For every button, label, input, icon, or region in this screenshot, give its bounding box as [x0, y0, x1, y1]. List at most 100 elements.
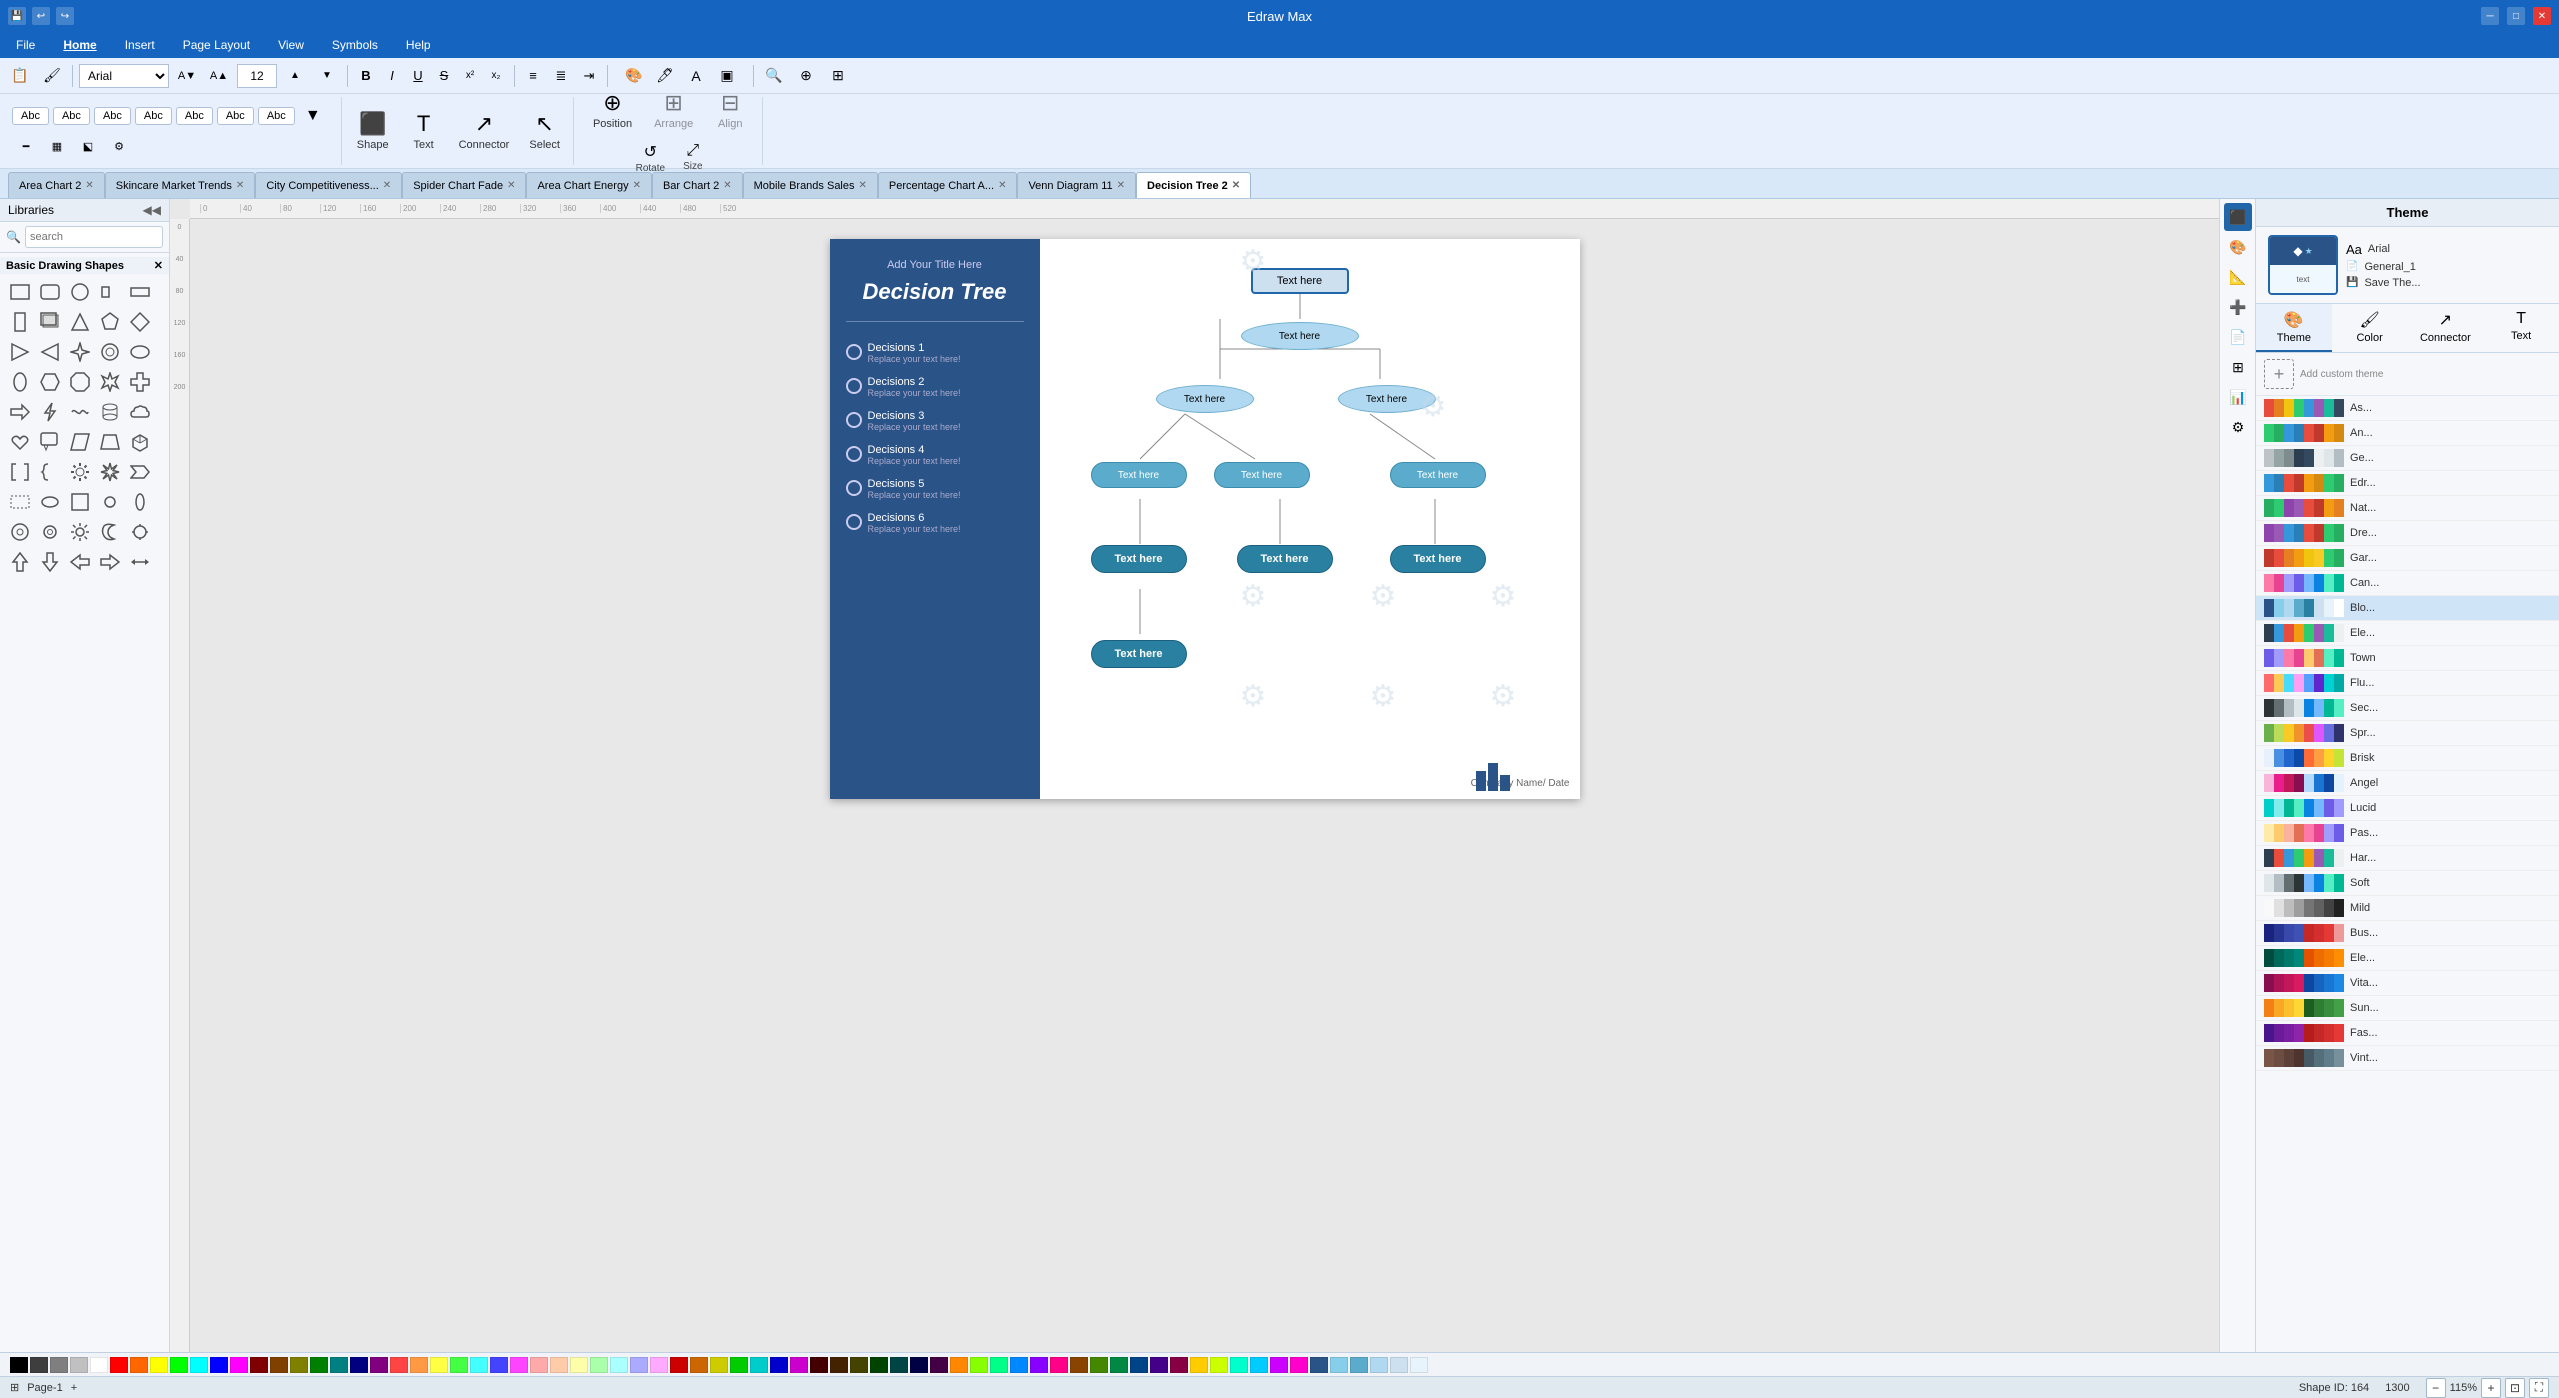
close-btn[interactable]: ✕ — [2533, 7, 2551, 25]
menu-view[interactable]: View — [272, 36, 310, 54]
theme-row-13[interactable]: Spr... — [2256, 721, 2559, 746]
decision-2[interactable]: Decisions 2 Replace your text here! — [846, 376, 1024, 398]
node-11[interactable]: Text here — [1090, 639, 1188, 669]
menu-file[interactable]: File — [10, 36, 41, 54]
shape-parallelogram[interactable] — [66, 428, 94, 456]
palette-color[interactable] — [890, 1357, 908, 1373]
shape-oval-v[interactable] — [6, 368, 34, 396]
theme-row-26[interactable]: Vint... — [2256, 1046, 2559, 1071]
position-btn[interactable]: ⊕ Position — [584, 85, 641, 135]
style-preset-7[interactable]: Abc — [258, 107, 295, 125]
palette-color[interactable] — [1030, 1357, 1048, 1373]
font-option[interactable]: Aa Arial — [2346, 242, 2421, 257]
palette-color[interactable] — [1270, 1357, 1288, 1373]
shape-cube[interactable] — [126, 428, 154, 456]
shape-circle-sm[interactable] — [96, 488, 124, 516]
canvas-content[interactable]: Add Your Title Here Decision Tree Decisi… — [190, 219, 2219, 1352]
theme-row-4[interactable]: Nat... — [2256, 496, 2559, 521]
more-styles-btn[interactable]: ▼ — [299, 102, 327, 130]
shape-hexagon[interactable] — [36, 368, 64, 396]
style-preset-5[interactable]: Abc — [176, 107, 213, 125]
shape-triangle-up[interactable] — [66, 308, 94, 336]
palette-color[interactable] — [150, 1357, 168, 1373]
indent-btn[interactable]: ⇥ — [577, 64, 601, 88]
maximize-btn[interactable]: □ — [2507, 7, 2525, 25]
bold-btn[interactable]: B — [354, 64, 378, 88]
rp-tab-color[interactable]: 🖌 Color — [2332, 304, 2408, 352]
rp-tab-text[interactable]: T Text — [2483, 304, 2559, 352]
node-6[interactable]: Text here — [1213, 461, 1311, 489]
strikethrough-btn[interactable]: S — [432, 64, 456, 88]
menu-page-layout[interactable]: Page Layout — [177, 36, 256, 54]
shape-arrow-up[interactable] — [6, 548, 34, 576]
shape-rounded-rect[interactable] — [36, 278, 64, 306]
format-painter-btn[interactable]: 🖌 — [38, 62, 66, 90]
decision-4[interactable]: Decisions 4 Replace your text here! — [846, 444, 1024, 466]
shape-gear[interactable] — [66, 458, 94, 486]
decision-5[interactable]: Decisions 5 Replace your text here! — [846, 478, 1024, 500]
palette-color[interactable] — [10, 1357, 28, 1373]
font-size-input[interactable] — [237, 64, 277, 88]
node-7[interactable]: Text here — [1389, 461, 1487, 489]
theme-row-20[interactable]: Mild — [2256, 896, 2559, 921]
palette-color[interactable] — [390, 1357, 408, 1373]
close-icon[interactable]: ✕ — [859, 180, 867, 191]
shape-gear2[interactable] — [36, 518, 64, 546]
fullscreen-btn[interactable]: ⛶ — [2529, 1378, 2549, 1398]
add-theme-btn[interactable]: + — [2264, 359, 2294, 389]
palette-color[interactable] — [1250, 1357, 1268, 1373]
palette-color[interactable] — [810, 1357, 828, 1373]
shape-brace[interactable] — [36, 458, 64, 486]
palette-color[interactable] — [90, 1357, 108, 1373]
theme-row-8[interactable]: Blo... — [2256, 596, 2559, 621]
font-family-select[interactable]: Arial — [79, 64, 169, 88]
close-icon[interactable]: ✕ — [383, 180, 391, 191]
nav-format-btn[interactable]: 📐 — [2224, 263, 2252, 291]
arrange-btn[interactable]: ⊞ — [824, 62, 852, 90]
quick-access-btn[interactable]: 💾 — [8, 7, 26, 25]
theme-row-7[interactable]: Can... — [2256, 571, 2559, 596]
close-icon[interactable]: ✕ — [633, 180, 641, 191]
palette-color[interactable] — [1050, 1357, 1068, 1373]
shape-arrow-right[interactable] — [6, 398, 34, 426]
shape-sun[interactable] — [66, 518, 94, 546]
tab-percentage[interactable]: Percentage Chart A... ✕ — [878, 172, 1018, 198]
menu-home[interactable]: Home — [57, 36, 102, 54]
shape-trapezoid[interactable] — [96, 428, 124, 456]
palette-color[interactable] — [50, 1357, 68, 1373]
italic-btn[interactable]: I — [380, 64, 404, 88]
nav-style-btn[interactable]: 🎨 — [2224, 233, 2252, 261]
palette-color[interactable] — [830, 1357, 848, 1373]
shape-tool-btn[interactable]: ⬛ Shape — [348, 106, 398, 156]
theme-row-11[interactable]: Flu... — [2256, 671, 2559, 696]
palette-color[interactable] — [510, 1357, 528, 1373]
collapse-btn[interactable]: ◀◀ — [143, 203, 161, 217]
align-tool-btn[interactable]: ⊟ Align — [706, 85, 754, 135]
shape-oval-h2[interactable] — [36, 488, 64, 516]
redo-btn[interactable]: ↪ — [56, 7, 74, 25]
shape-star8[interactable] — [96, 458, 124, 486]
palette-color[interactable] — [1290, 1357, 1308, 1373]
palette-color[interactable] — [1310, 1357, 1328, 1373]
shape-wave[interactable] — [66, 398, 94, 426]
rp-tab-connector[interactable]: ↗ Connector — [2408, 304, 2484, 352]
palette-color[interactable] — [930, 1357, 948, 1373]
palette-color[interactable] — [170, 1357, 188, 1373]
node-5[interactable]: Text here — [1090, 461, 1188, 489]
palette-color[interactable] — [470, 1357, 488, 1373]
shape-octagon[interactable] — [66, 368, 94, 396]
shape-circle-ring2[interactable] — [6, 518, 34, 546]
list-btn[interactable]: ≡ — [521, 64, 545, 88]
shape-rect[interactable] — [6, 278, 34, 306]
theme-row-3[interactable]: Edr... — [2256, 471, 2559, 496]
palette-color[interactable] — [110, 1357, 128, 1373]
palette-color[interactable] — [730, 1357, 748, 1373]
close-icon[interactable]: ✕ — [1232, 180, 1240, 191]
decision-3[interactable]: Decisions 3 Replace your text here! — [846, 410, 1024, 432]
palette-color[interactable] — [1150, 1357, 1168, 1373]
section-collapse-icon[interactable]: ✕ — [154, 259, 163, 272]
shape-cross[interactable] — [126, 368, 154, 396]
shape-star6[interactable] — [96, 368, 124, 396]
palette-color[interactable] — [1370, 1357, 1388, 1373]
nav-page-btn[interactable]: 📄 — [2224, 323, 2252, 351]
